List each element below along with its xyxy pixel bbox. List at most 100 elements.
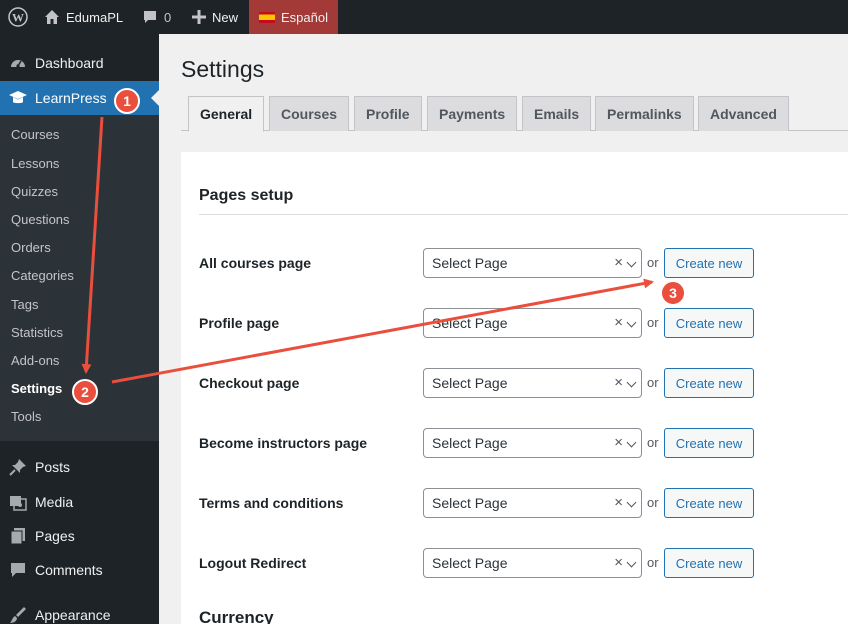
menu-comments[interactable]: Comments bbox=[0, 553, 159, 587]
select-value: Select Page bbox=[432, 555, 508, 571]
or-text: or bbox=[647, 555, 659, 570]
home-icon bbox=[45, 10, 59, 24]
comment-bubble-icon bbox=[10, 563, 25, 577]
create-new-button[interactable]: Create new bbox=[664, 488, 754, 518]
clear-icon[interactable]: × bbox=[614, 434, 623, 451]
new-content-link[interactable]: New bbox=[192, 0, 238, 34]
menu-learnpress-label: LearnPress bbox=[35, 90, 107, 106]
row-label-checkout: Checkout page bbox=[199, 375, 300, 391]
all-courses-page-select[interactable]: Select Page × bbox=[423, 248, 642, 278]
admin-sidebar: Dashboard LearnPress Courses Lessons Qui… bbox=[0, 34, 159, 624]
select-value: Select Page bbox=[432, 315, 508, 331]
clear-icon[interactable]: × bbox=[614, 254, 623, 271]
menu-posts[interactable]: Posts bbox=[0, 450, 159, 484]
submenu-quizzes[interactable]: Quizzes bbox=[11, 182, 58, 202]
chevron-down-icon bbox=[626, 437, 637, 448]
admin-bar: W EdumaPL 0 New Español bbox=[0, 0, 848, 34]
checkout-page-select[interactable]: Select Page × bbox=[423, 368, 642, 398]
submenu-tools[interactable]: Tools bbox=[11, 407, 41, 427]
graduation-cap-icon bbox=[8, 91, 27, 104]
currency-section-title: Currency bbox=[199, 608, 274, 624]
chevron-down-icon bbox=[626, 317, 637, 328]
menu-comments-label: Comments bbox=[35, 562, 103, 578]
row-label-profile: Profile page bbox=[199, 315, 280, 331]
media-library-icon bbox=[9, 496, 27, 511]
logout-redirect-select[interactable]: Select Page × bbox=[423, 548, 642, 578]
comments-link[interactable]: 0 bbox=[142, 0, 171, 34]
row-label-become-instructors: Become instructors page bbox=[199, 435, 368, 451]
terms-page-select[interactable]: Select Page × bbox=[423, 488, 642, 518]
row-label-all-courses: All courses page bbox=[199, 255, 312, 271]
chevron-down-icon bbox=[626, 377, 637, 388]
menu-media[interactable]: Media bbox=[0, 485, 159, 519]
comment-bubble-icon bbox=[144, 11, 156, 23]
select-value: Select Page bbox=[432, 495, 508, 511]
or-text: or bbox=[647, 315, 659, 330]
language-label: Español bbox=[281, 9, 328, 25]
create-new-button[interactable]: Create new bbox=[664, 368, 754, 398]
menu-posts-label: Posts bbox=[35, 459, 71, 475]
pages-icon bbox=[10, 528, 25, 545]
row-label-terms: Terms and conditions bbox=[199, 495, 344, 511]
submenu-lessons[interactable]: Lessons bbox=[11, 154, 59, 174]
submenu-categories[interactable]: Categories bbox=[11, 266, 74, 286]
menu-media-label: Media bbox=[35, 494, 74, 510]
tab-payments[interactable]: Payments bbox=[427, 96, 518, 131]
tab-permalinks[interactable]: Permalinks bbox=[595, 96, 694, 131]
profile-page-select[interactable]: Select Page × bbox=[423, 308, 642, 338]
submenu-questions[interactable]: Questions bbox=[11, 210, 70, 230]
submenu-settings[interactable]: Settings bbox=[11, 379, 62, 399]
menu-dashboard[interactable]: Dashboard bbox=[0, 46, 159, 80]
submenu-courses[interactable]: Courses bbox=[11, 125, 59, 145]
row-label-logout-redirect: Logout Redirect bbox=[199, 555, 307, 571]
tab-profile[interactable]: Profile bbox=[354, 96, 422, 131]
site-name-link[interactable]: EdumaPL bbox=[44, 0, 123, 34]
submenu-orders[interactable]: Orders bbox=[11, 238, 51, 258]
dashboard-gauge-icon bbox=[10, 60, 25, 68]
clear-icon[interactable]: × bbox=[614, 374, 623, 391]
select-value: Select Page bbox=[432, 255, 508, 271]
chevron-down-icon bbox=[626, 257, 637, 268]
submenu-statistics[interactable]: Statistics bbox=[11, 323, 63, 343]
wordpress-logo-icon[interactable]: W bbox=[8, 0, 28, 34]
menu-appearance-label: Appearance bbox=[35, 607, 111, 623]
tab-emails[interactable]: Emails bbox=[522, 96, 592, 131]
menu-dashboard-label: Dashboard bbox=[35, 55, 104, 71]
paintbrush-icon bbox=[9, 607, 26, 623]
tab-general[interactable]: General bbox=[188, 96, 265, 132]
clear-icon[interactable]: × bbox=[614, 494, 623, 511]
create-new-button[interactable]: Create new bbox=[664, 548, 754, 578]
chevron-down-icon bbox=[626, 557, 637, 568]
new-label: New bbox=[212, 9, 239, 25]
create-new-button[interactable]: Create new bbox=[664, 248, 754, 278]
comments-count: 0 bbox=[164, 9, 172, 25]
plus-icon bbox=[192, 10, 206, 24]
tab-courses[interactable]: Courses bbox=[269, 96, 350, 131]
section-title: Pages setup bbox=[199, 187, 294, 204]
svg-text:W: W bbox=[12, 11, 24, 25]
menu-pages[interactable]: Pages bbox=[0, 519, 159, 553]
menu-appearance[interactable]: Appearance bbox=[0, 598, 159, 624]
or-text: or bbox=[647, 255, 659, 270]
site-name: EdumaPL bbox=[66, 9, 124, 25]
select-value: Select Page bbox=[432, 375, 508, 391]
submenu-tags[interactable]: Tags bbox=[11, 295, 38, 315]
language-switcher[interactable]: Español bbox=[249, 0, 338, 34]
submenu-add-ons[interactable]: Add-ons bbox=[11, 351, 59, 371]
pushpin-icon bbox=[8, 459, 26, 476]
create-new-button[interactable]: Create new bbox=[664, 428, 754, 458]
clear-icon[interactable]: × bbox=[614, 314, 623, 331]
become-instructors-page-select[interactable]: Select Page × bbox=[423, 428, 642, 458]
current-menu-arrow bbox=[151, 90, 159, 106]
clear-icon[interactable]: × bbox=[614, 554, 623, 571]
page-title: Settings bbox=[181, 56, 265, 82]
create-new-button[interactable]: Create new bbox=[664, 308, 754, 338]
select-value: Select Page bbox=[432, 435, 508, 451]
step-badge-3: 3 bbox=[660, 280, 686, 306]
or-text: or bbox=[647, 495, 659, 510]
step-badge-1: 1 bbox=[114, 88, 140, 114]
section-divider bbox=[199, 214, 848, 215]
tab-advanced[interactable]: Advanced bbox=[698, 96, 789, 131]
chevron-down-icon bbox=[626, 497, 637, 508]
step-badge-2: 2 bbox=[72, 379, 98, 405]
